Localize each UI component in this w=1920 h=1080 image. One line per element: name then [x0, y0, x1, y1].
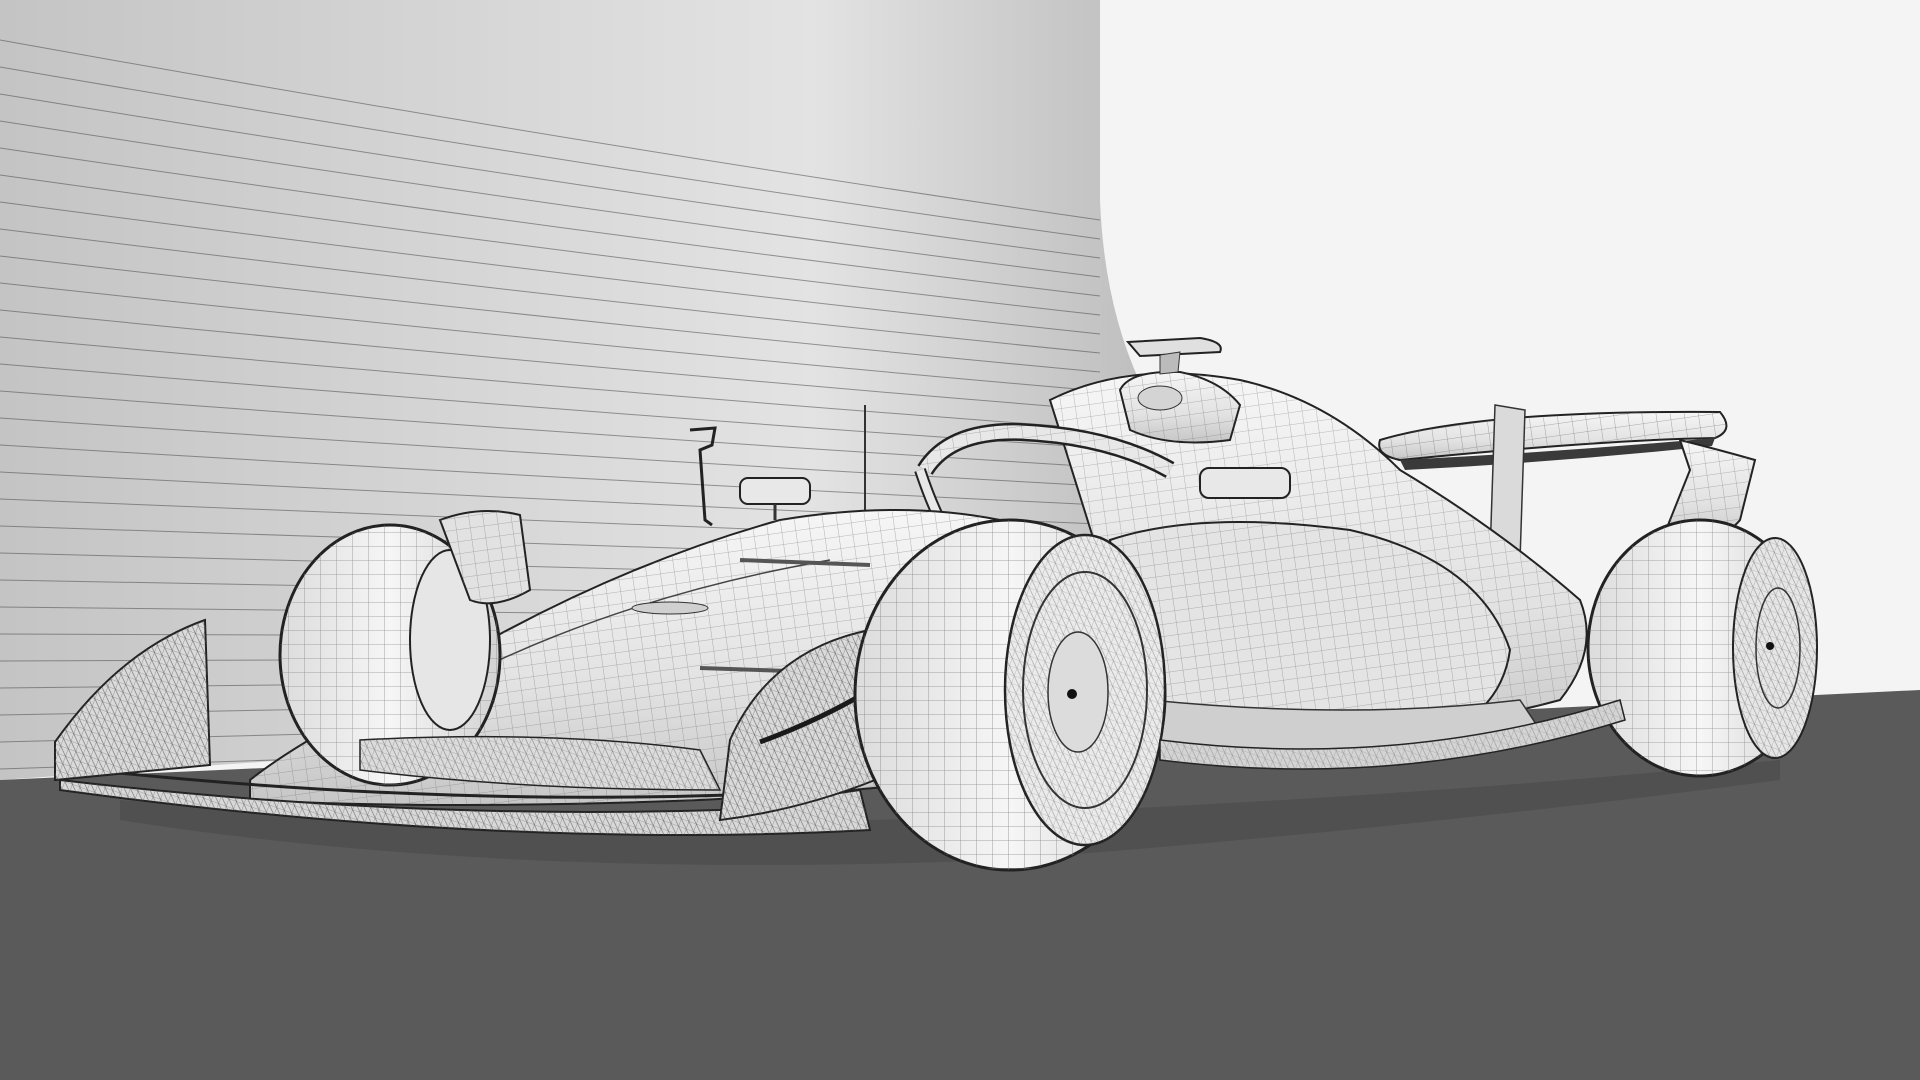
front-right-tire: [853, 518, 1167, 872]
mirror-right: [1199, 467, 1291, 499]
render-viewport: [0, 0, 1920, 1080]
rear-right-tire: [1586, 518, 1818, 778]
scene-svg: [0, 0, 1920, 1080]
